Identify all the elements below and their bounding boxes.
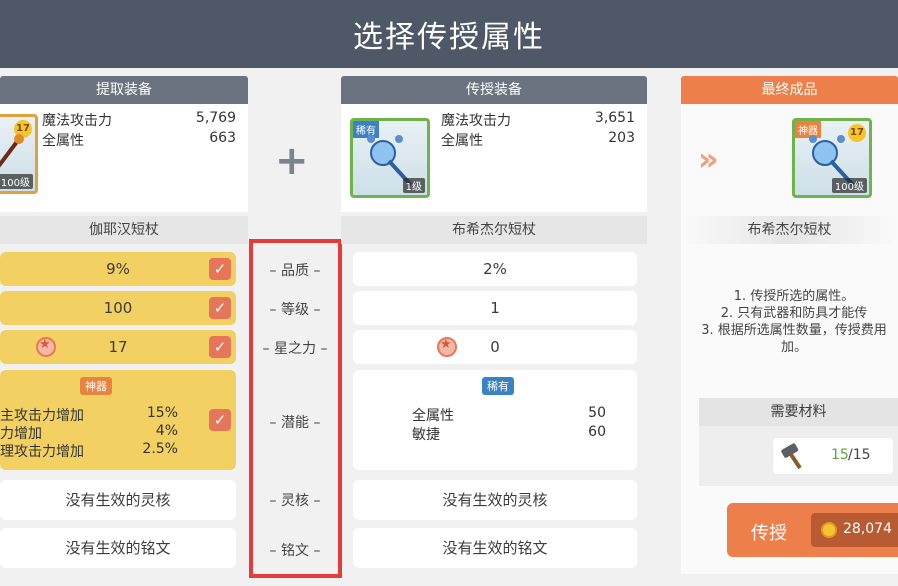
left-stat-value-1: 5,769: [195, 110, 236, 126]
center-quality-row: 2%: [353, 252, 637, 286]
transfer-cost: 28,074: [843, 521, 892, 537]
header-bar: 选择传授属性: [0, 0, 898, 68]
left-inscription-text: 没有生效的铭文: [65, 539, 171, 557]
left-panel-header: 提取装备: [0, 76, 248, 104]
center-potential-value-2: 60: [588, 424, 606, 440]
center-inscription-row: 没有生效的铭文: [353, 528, 637, 568]
center-stat-label-2: 全属性: [441, 133, 483, 149]
material-have: 15: [831, 447, 849, 463]
center-starforce-row: 0: [353, 330, 637, 364]
center-starforce-value: 0: [490, 338, 500, 356]
hammer-icon: [781, 443, 802, 470]
center-potential-value-1: 50: [588, 405, 606, 421]
center-item-name: 布希杰尔短杖: [341, 216, 647, 244]
item-level: 100级: [831, 178, 867, 193]
center-core-row: 没有生效的灵核: [353, 480, 637, 520]
double-chevron-icon: »: [698, 140, 719, 178]
left-stat-value-2: 663: [209, 130, 236, 146]
starforce-icon: [437, 337, 457, 357]
right-panel-header: 最终成品: [681, 76, 898, 104]
center-panel-header: 传授装备: [341, 76, 647, 104]
note-line-2: 2. 只有武器和防具才能传: [720, 306, 868, 321]
left-potential-tag: 神器: [80, 377, 112, 395]
item-level: 100级: [0, 174, 33, 189]
transfer-button[interactable]: 传授 28,074: [727, 503, 898, 557]
center-potential-tag: 稀有: [482, 377, 514, 395]
left-item-name: 伽耶汉短杖: [0, 216, 248, 244]
materials-header: 需要材料: [699, 398, 898, 426]
center-stat-label-1: 魔法攻击力: [441, 113, 511, 129]
result-item-name: 布希杰尔短杖: [681, 216, 898, 244]
left-potential-label-2: 力增加: [0, 426, 42, 442]
left-potential-label-3: 理攻击力增加: [0, 444, 84, 460]
note-line-4: 加。: [780, 340, 807, 355]
center-potential-label-2: 敏捷: [412, 427, 440, 443]
left-level-row[interactable]: 100: [0, 291, 236, 325]
left-quality-value: 9%: [106, 260, 130, 278]
center-level-value: 1: [490, 299, 500, 317]
plus-icon: +: [275, 138, 309, 184]
center-core-text: 没有生效的灵核: [442, 491, 548, 509]
center-inscription-text: 没有生效的铭文: [442, 539, 548, 557]
left-starforce-checkbox[interactable]: ✓: [209, 336, 231, 358]
left-stat-label-1: 魔法攻击力: [42, 113, 112, 129]
starforce-icon: [36, 337, 56, 357]
left-item-thumbnail[interactable]: 17 100级: [0, 114, 38, 194]
notes-block: 1. 传授所选的属性。 2. 只有武器和防具才能传 3. 根据所选属性数量，传授…: [690, 288, 898, 356]
material-slot[interactable]: 15 /15: [773, 438, 893, 474]
highlight-box: [249, 239, 342, 578]
center-stat-value-1: 3,651: [594, 110, 635, 126]
left-stat-label-2: 全属性: [42, 133, 84, 149]
center-quality-value: 2%: [483, 260, 507, 278]
left-level-checkbox[interactable]: ✓: [209, 297, 231, 319]
left-potential-value-1: 15%: [146, 405, 178, 421]
left-level-value: 100: [103, 299, 133, 317]
note-line-1: 1. 传授所选的属性。: [733, 289, 855, 304]
center-item-thumbnail[interactable]: 稀有 1级: [350, 118, 430, 198]
left-core-row: 没有生效的灵核: [0, 480, 236, 520]
left-core-text: 没有生效的灵核: [65, 491, 171, 509]
left-potential-checkbox[interactable]: ✓: [209, 409, 231, 431]
left-quality-checkbox[interactable]: ✓: [209, 258, 231, 280]
cost-box: 28,074: [811, 513, 898, 547]
center-stat-value-2: 203: [608, 130, 635, 146]
material-need: /15: [848, 447, 871, 463]
result-item-thumbnail: 神器 17 100级: [792, 118, 872, 198]
left-quality-row[interactable]: 9%: [0, 252, 236, 286]
center-potential-label-1: 全属性: [412, 408, 454, 424]
transfer-button-label: 传授: [751, 523, 787, 544]
left-inscription-row: 没有生效的铭文: [0, 528, 236, 568]
page-title: 选择传授属性: [353, 20, 545, 55]
left-potential-value-2: 4%: [155, 423, 178, 439]
center-level-row: 1: [353, 291, 637, 325]
coin-icon: [821, 522, 837, 538]
left-potential-label-1: 主攻击力增加: [0, 408, 84, 424]
left-potential-value-3: 2.5%: [142, 441, 178, 457]
left-starforce-value: 17: [108, 338, 128, 356]
item-level: 1级: [402, 178, 425, 193]
note-line-3: 3. 根据所选属性数量，传授费用: [701, 323, 887, 338]
